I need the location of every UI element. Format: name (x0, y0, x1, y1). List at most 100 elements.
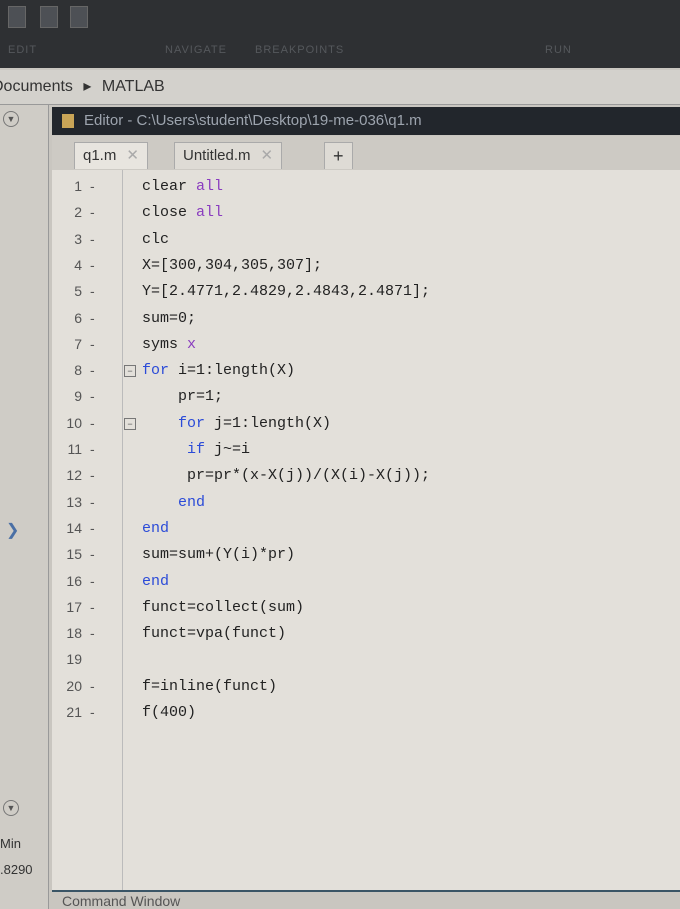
breakpoint-dash[interactable]: - (90, 415, 95, 431)
code-line[interactable]: clear all (142, 178, 223, 195)
editor-title: Editor - C:\Users\student\Desktop\19-me-… (84, 112, 422, 129)
breadcrumb-matlab[interactable]: MATLAB (102, 78, 165, 95)
code-line[interactable]: end (142, 573, 169, 590)
breakpoint-dash[interactable]: - (90, 336, 95, 352)
code-line[interactable]: close all (142, 204, 223, 221)
workspace-min-value: .8290 (0, 862, 33, 877)
breadcrumb: Documents ▸ MATLAB (0, 70, 680, 105)
workspace-menu-icon[interactable]: ▼ (3, 800, 19, 816)
code-line[interactable]: sum=0; (142, 310, 196, 327)
line-number: 3 (74, 230, 82, 247)
breakpoint-dash[interactable]: - (90, 257, 95, 273)
breakpoint-dash[interactable]: - (90, 494, 95, 510)
code-line[interactable]: syms x (142, 336, 196, 353)
code-line[interactable]: funct=vpa(funct) (142, 625, 286, 642)
section-navigate: NAVIGATE (165, 44, 227, 56)
code-token: j=1:length(X) (214, 414, 332, 432)
line-number-gutter: 1-2-3-4-5-6-7-8-9-10-11-12-13-14-15-16-1… (52, 170, 123, 890)
breakpoint-dash[interactable]: - (90, 388, 95, 404)
breadcrumb-separator-icon: ▸ (83, 78, 92, 95)
close-icon[interactable]: ✕ (261, 147, 274, 164)
breakpoint-dash[interactable]: - (90, 520, 95, 536)
fold-toggle-icon[interactable]: − (124, 365, 136, 378)
code-token: clc (142, 230, 170, 248)
code-line[interactable]: f=inline(funct) (142, 678, 277, 695)
code-token: pr=pr*(x-X(j))/(X(i)-X(j)); (142, 467, 431, 485)
tab-untitled[interactable]: Untitled.m ✕ (174, 142, 283, 169)
code-token: Y=[2.4771,2.4829,2.4843,2.4871]; (142, 283, 431, 301)
toolstrip: EDIT NAVIGATE BREAKPOINTS RUN (0, 0, 680, 68)
line-number: 16 (66, 572, 82, 589)
string-token: all (196, 178, 224, 195)
breakpoint-dash[interactable]: - (90, 625, 95, 641)
code-line[interactable]: pr=1; (142, 388, 223, 405)
keyword-token: if (142, 441, 215, 458)
code-line[interactable]: f(400) (142, 704, 196, 721)
breakpoint-dash[interactable]: - (90, 573, 95, 589)
code-token: X=[300,304,305,307]; (142, 256, 323, 274)
code-line[interactable]: clc (142, 231, 169, 248)
breadcrumb-documents[interactable]: Documents (0, 78, 73, 95)
line-number: 10 (66, 414, 82, 431)
code-editor[interactable]: 1-2-3-4-5-6-7-8-9-10-11-12-13-14-15-16-1… (52, 170, 680, 892)
breakpoint-dash[interactable]: - (90, 204, 95, 220)
line-number: 12 (66, 467, 82, 484)
command-window-label[interactable]: Command Window (62, 893, 180, 909)
close-icon[interactable]: ✕ (126, 147, 139, 164)
line-number: 6 (74, 309, 82, 326)
code-token: i=1:length(X) (178, 362, 296, 380)
line-number: 1 (74, 178, 82, 194)
line-number: 14 (66, 519, 82, 536)
code-line[interactable]: Y=[2.4771,2.4829,2.4843,2.4871]; (142, 283, 430, 300)
keyword-token: for (142, 362, 179, 380)
breakpoint-dash[interactable]: - (90, 678, 95, 694)
code-line[interactable]: for j=1:length(X) (142, 415, 331, 432)
string-token: x (187, 335, 197, 353)
fold-toggle-icon[interactable]: − (124, 417, 136, 430)
breakpoint-dash[interactable]: - (90, 362, 95, 378)
code-token: clear (142, 178, 197, 195)
workspace-col-min: Min (0, 836, 21, 851)
line-number: 13 (66, 493, 82, 510)
keyword-token: end (142, 572, 170, 590)
code-token: f=inline(funct) (142, 677, 278, 695)
code-line[interactable]: sum=sum+(Y(i)*pr) (142, 546, 295, 563)
breakpoint-dash[interactable]: - (90, 467, 95, 483)
save-file-icon[interactable] (70, 6, 88, 28)
open-file-icon[interactable] (40, 6, 58, 28)
editor-tabs: q1.m ✕ Untitled.m ✕ + (52, 136, 680, 170)
editor-title-bar: Editor - C:\Users\student\Desktop\19-me-… (52, 107, 680, 135)
line-number: 9 (74, 388, 82, 405)
breakpoint-dash[interactable]: - (90, 599, 95, 615)
code-token: pr=1; (142, 388, 224, 406)
code-line[interactable]: end (142, 520, 169, 537)
section-edit: EDIT (8, 44, 38, 56)
new-tab-button[interactable]: + (324, 142, 353, 169)
breakpoint-dash[interactable]: - (90, 441, 95, 457)
code-line[interactable]: pr=pr*(x-X(j))/(X(i)-X(j)); (142, 467, 430, 484)
line-number: 4 (74, 256, 82, 273)
panel-menu-icon[interactable]: ▼ (3, 111, 19, 127)
keyword-token: end (142, 493, 206, 511)
line-number: 8 (74, 362, 82, 379)
breakpoint-dash[interactable]: - (90, 704, 95, 720)
code-line[interactable]: X=[300,304,305,307]; (142, 257, 322, 274)
keyword-token: for (142, 414, 215, 432)
line-number: 17 (66, 598, 82, 615)
breakpoint-dash[interactable]: - (90, 546, 95, 562)
code-line[interactable]: end (142, 494, 205, 511)
code-line[interactable]: funct=collect(sum) (142, 599, 304, 616)
code-token: funct=collect(sum) (142, 598, 305, 616)
breakpoint-dash[interactable]: - (90, 231, 95, 247)
code-token: sum=0; (142, 309, 197, 327)
breakpoint-dash[interactable]: - (90, 178, 95, 194)
breakpoint-dash[interactable]: - (90, 283, 95, 299)
new-file-icon[interactable] (8, 6, 26, 28)
breakpoint-dash[interactable]: - (90, 310, 95, 326)
tab-q1[interactable]: q1.m ✕ (74, 142, 148, 169)
line-number: 5 (74, 283, 82, 300)
code-line[interactable]: for i=1:length(X) (142, 362, 295, 379)
code-line[interactable]: if j~=i (142, 441, 250, 458)
code-token: close (142, 204, 197, 222)
expand-chevron-icon[interactable]: ❯ (6, 520, 19, 540)
